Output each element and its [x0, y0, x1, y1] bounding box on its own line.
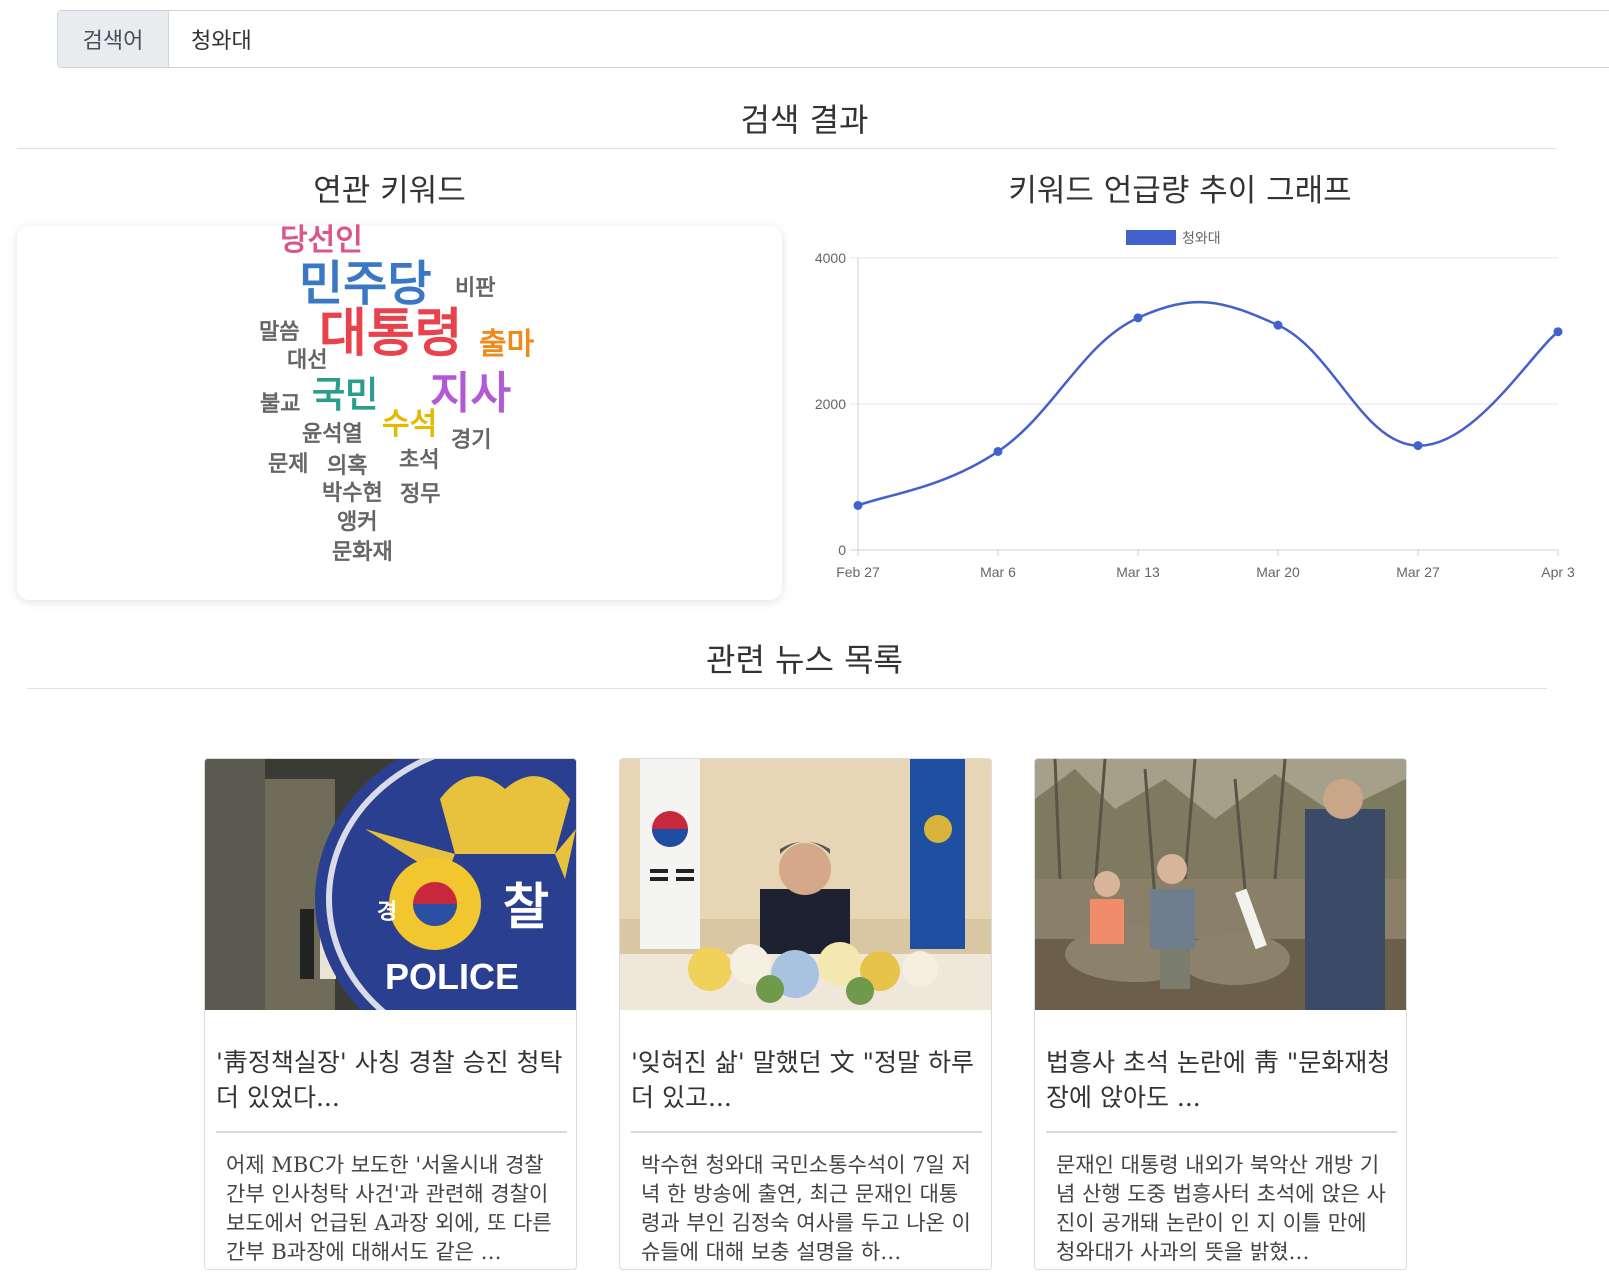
keyword[interactable]: 문화재 — [332, 542, 393, 564]
x-tick-label: Mar 6 — [980, 564, 1016, 580]
x-tick-label: Mar 20 — [1256, 564, 1300, 580]
x-tick-label: Mar 13 — [1116, 564, 1160, 580]
news-title-text[interactable]: '靑정책실장' 사칭 경찰 승진 청탁 더 있었다... — [216, 1045, 566, 1115]
x-tick-label: Feb 27 — [836, 564, 880, 580]
keyword[interactable]: 초석 — [399, 450, 439, 472]
keyword[interactable]: 앵커 — [337, 512, 377, 534]
data-point — [1553, 327, 1563, 337]
news-card[interactable]: '잊혀진 삶' 말했던 文 "정말 하루 더 있고... 박수현 청와대 국민소… — [619, 758, 992, 1270]
keyword[interactable]: 지사 — [430, 372, 511, 416]
x-tick-label: Mar 27 — [1396, 564, 1440, 580]
legend-label: 청와대 — [1182, 230, 1221, 246]
results-title: 검색 결과 — [740, 101, 869, 139]
keyword[interactable]: 출마 — [479, 330, 534, 360]
y-tick-label: 2000 — [815, 396, 846, 412]
keyword[interactable]: 대선 — [287, 350, 327, 372]
data-point — [1273, 320, 1283, 330]
news-card[interactable]: 법흥사 초석 논란에 靑 "문화재청장에 앉아도 ... 문재인 대통령 내외가… — [1034, 758, 1407, 1270]
news-description: 박수현 청와대 국민소통수석이 7일 저녁 한 방송에 출연, 최근 문재인 대… — [641, 1153, 971, 1264]
svg-text:POLICE: POLICE — [385, 956, 519, 997]
keyword[interactable]: 대통령 — [319, 308, 463, 360]
keyword[interactable]: 박수현 — [322, 483, 383, 505]
trend-chart: 0 2000 4000 Feb 27 Mar 6 Mar 13 Mar 20 Mar 27 Ap… — [815, 230, 1575, 580]
keyword[interactable]: 당선인 — [280, 226, 363, 256]
keyword[interactable]: 정무 — [400, 484, 440, 506]
keyword[interactable]: 윤석열 — [302, 424, 363, 446]
news-thumbnail[interactable] — [1035, 759, 1406, 1010]
card-divider — [1046, 1131, 1397, 1133]
card-divider — [216, 1131, 567, 1133]
y-tick-label: 0 — [838, 542, 846, 558]
svg-text:찰: 찰 — [503, 878, 549, 936]
news-description: 어제 MBC가 보도한 '서울시내 경찰 간부 인사청탁 사건'과 관련해 경찰… — [226, 1153, 552, 1264]
results-divider — [17, 148, 1557, 149]
news-description: 문재인 대통령 내외가 북악산 개방 기념 산행 도중 법흥사터 초석에 앉은 … — [1056, 1153, 1386, 1264]
data-point — [1133, 313, 1143, 323]
data-point — [853, 500, 863, 510]
y-tick-label: 4000 — [815, 250, 846, 266]
keyword[interactable]: 민주당 — [299, 260, 431, 308]
search-bar: 검색어 — [57, 10, 1609, 68]
data-point — [993, 446, 1003, 456]
keyword[interactable]: 의혹 — [327, 456, 367, 478]
news-title-text[interactable]: '잊혀진 삶' 말했던 文 "정말 하루 더 있고... — [631, 1045, 981, 1115]
data-point — [1413, 441, 1423, 451]
keyword[interactable]: 경기 — [451, 430, 491, 452]
keyword[interactable]: 비판 — [455, 278, 495, 300]
news-divider — [27, 688, 1547, 689]
news-title: 관련 뉴스 목록 — [706, 641, 903, 679]
news-title-text[interactable]: 법흥사 초석 논란에 靑 "문화재청장에 앉아도 ... — [1046, 1045, 1396, 1115]
keyword[interactable]: 말씀 — [259, 322, 299, 344]
card-divider — [631, 1131, 982, 1133]
keyword[interactable]: 불교 — [260, 394, 300, 416]
news-thumbnail[interactable] — [620, 759, 991, 1010]
legend-swatch — [1126, 230, 1176, 245]
search-label: 검색어 — [58, 11, 169, 67]
svg-text:경: 경 — [377, 900, 397, 925]
keyword[interactable]: 수석 — [382, 410, 437, 440]
search-input[interactable] — [169, 11, 1609, 67]
news-card[interactable]: 경 찰 POLICE '靑정책실장' 사칭 경찰 승진 청탁 더 있었다... … — [204, 758, 577, 1270]
keywords-title: 연관 키워드 — [313, 173, 466, 209]
keyword[interactable]: 문제 — [268, 454, 308, 476]
trend-title: 키워드 언급량 추이 그래프 — [1008, 173, 1352, 209]
news-thumbnail[interactable]: 경 찰 POLICE — [205, 759, 576, 1010]
x-tick-label: Apr 3 — [1541, 564, 1575, 580]
keyword[interactable]: 국민 — [312, 378, 378, 414]
keyword-cloud: 당선인 민주당 비판 말씀 대통령 출마 대선 불교 국민 지사 수석 윤석열 … — [17, 226, 782, 600]
